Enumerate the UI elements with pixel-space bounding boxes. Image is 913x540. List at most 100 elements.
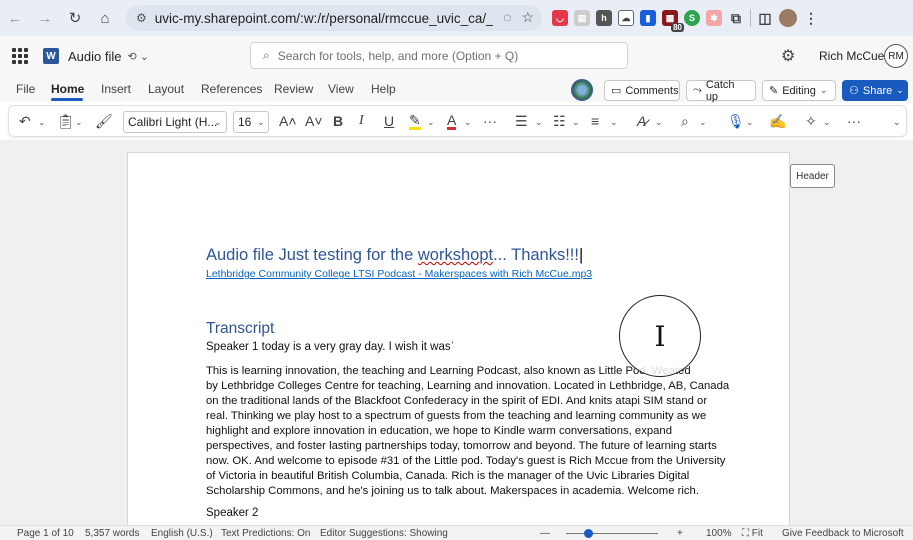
document-heading[interactable]: Audio file Just testing for the workshop… <box>206 246 583 265</box>
more-font-options-icon[interactable]: ··· <box>483 113 497 129</box>
bitwarden-icon[interactable]: ▮ <box>640 10 656 26</box>
site-settings-icon[interactable]: ⚙ <box>136 11 147 25</box>
tab-help[interactable]: Help <box>371 82 396 96</box>
comments-button[interactable]: ▭ Comments <box>604 80 680 101</box>
doc-title[interactable]: Audio file <box>68 49 121 64</box>
extensions-icon[interactable]: ⧉ <box>728 10 744 26</box>
reload-icon[interactable]: ↻ <box>60 0 90 36</box>
header-tag[interactable]: Header <box>790 164 835 188</box>
chevron-down-icon[interactable]: ⌄ <box>823 117 831 128</box>
misspelled-word[interactable]: workshopt <box>418 246 493 264</box>
zoom-slider[interactable] <box>566 533 658 534</box>
language-status[interactable]: English (U.S.) <box>151 528 213 539</box>
text-predictions-status[interactable]: Text Predictions: On <box>221 528 310 539</box>
bullets-icon[interactable]: ☰ <box>515 113 528 130</box>
page-count[interactable]: Page 1 of 10 <box>17 528 74 539</box>
chevron-down-icon[interactable]: ⌄ <box>427 117 435 128</box>
zoom-level[interactable]: 100% <box>706 528 732 539</box>
chevron-down-icon[interactable]: ⌄ <box>699 117 707 128</box>
word-count[interactable]: 5,357 words <box>85 528 139 539</box>
calendar-extension-icon[interactable]: ▦ 80 <box>662 10 684 32</box>
chevron-down-icon[interactable]: ⌄ <box>610 117 618 128</box>
forward-icon[interactable]: → <box>30 0 60 36</box>
side-panel-icon[interactable]: ◫ <box>757 10 773 26</box>
browser-toolbar: ← → ↻ ⌂ ⚙ uvic-my.sharepoint.com/:w:/r/p… <box>0 0 913 36</box>
format-painter-icon[interactable]: 🖌︎ <box>95 113 113 130</box>
tab-home[interactable]: Home <box>51 82 84 96</box>
chevron-down-icon[interactable]: ⌄ <box>38 117 46 128</box>
highlight-icon[interactable]: ✎ <box>409 113 421 130</box>
underline-icon[interactable]: U <box>384 113 394 129</box>
copilot-icon[interactable] <box>571 79 593 101</box>
tab-view[interactable]: View <box>328 82 354 96</box>
grow-font-icon[interactable]: A˄ <box>279 113 297 129</box>
home-icon[interactable]: ⌂ <box>90 0 120 36</box>
avatar[interactable]: RM <box>884 44 908 68</box>
font-name: Calibri Light (H... <box>128 115 218 129</box>
tab-references[interactable]: References <box>201 82 262 96</box>
font-family-select[interactable]: Calibri Light (H... <box>123 111 227 133</box>
numbering-icon[interactable]: ☷ <box>553 113 566 130</box>
editor-suggestions-status[interactable]: Editor Suggestions: Showing <box>320 528 448 539</box>
transcript-paragraph[interactable]: This is learning innovation, the teachin… <box>206 364 729 499</box>
italic-icon[interactable]: I <box>359 113 364 129</box>
profile-avatar[interactable] <box>779 9 797 27</box>
h-extension-icon[interactable]: h <box>596 10 612 26</box>
zoom-out-icon[interactable]: — <box>540 528 550 539</box>
tab-layout[interactable]: Layout <box>148 82 184 96</box>
word-logo-icon[interactable]: W <box>43 48 59 64</box>
url-text[interactable]: uvic-my.sharepoint.com/:w:/r/personal/rm… <box>155 11 493 26</box>
font-color-icon[interactable]: A <box>447 113 457 130</box>
more-options-icon[interactable]: ··· <box>847 113 861 129</box>
dictate-microphone-icon[interactable]: 🎙︎ <box>727 113 745 130</box>
tab-review[interactable]: Review <box>274 82 313 96</box>
share-button[interactable]: ⚇ Share ⌄ <box>842 80 908 101</box>
chevron-down-icon[interactable]: ⌄ <box>464 117 472 128</box>
heading-text-start: Audio file Just testing for the <box>206 246 418 264</box>
chevron-down-icon[interactable]: ⌄ <box>572 117 580 128</box>
catch-up-button[interactable]: ⤳ Catch up <box>686 79 756 103</box>
settings-gear-icon[interactable]: ⚙ <box>781 46 795 66</box>
editing-mode-button[interactable]: ✎ Editing ⌄ <box>762 80 836 101</box>
pocket-icon[interactable]: ◡ <box>552 10 568 26</box>
puzzle-alert-icon[interactable]: ✱ <box>706 10 722 26</box>
back-icon[interactable]: ← <box>0 0 30 36</box>
tab-file[interactable]: File <box>16 82 35 96</box>
chevron-down-icon[interactable]: ⌄ <box>75 117 83 128</box>
collapse-ribbon-icon[interactable]: ⌄ <box>893 117 901 128</box>
chevron-down-icon[interactable]: ⌄ <box>746 117 754 128</box>
find-icon[interactable]: ⌕ <box>681 113 689 130</box>
paste-icon[interactable]: 📋︎ <box>57 113 75 130</box>
chevron-down-icon[interactable]: ⌄ <box>535 117 543 128</box>
save-status-icon[interactable]: ⟲ ⌄ <box>127 50 149 63</box>
designer-icon[interactable]: ✧ <box>805 113 817 130</box>
shrink-font-icon[interactable]: A˅ <box>305 113 323 129</box>
reader-icon[interactable]: ▤ <box>574 10 590 26</box>
fit-button[interactable]: ⛶ Fit <box>742 528 763 539</box>
zoom-slider-thumb[interactable] <box>584 529 593 538</box>
s-extension-icon[interactable]: S <box>684 10 700 26</box>
editor-icon[interactable]: ✍ <box>769 113 786 130</box>
tab-insert[interactable]: Insert <box>101 82 131 96</box>
app-launcher-icon[interactable] <box>12 48 28 64</box>
cloud-icon[interactable]: ☁ <box>618 10 634 26</box>
eye-off-icon[interactable]: ◌ <box>503 9 511 26</box>
chevron-down-icon[interactable]: ⌄ <box>655 117 663 128</box>
audio-file-link[interactable]: Lethbridge Community College LTSI Podcas… <box>206 268 592 280</box>
bold-icon[interactable]: B <box>333 113 343 129</box>
search-input[interactable]: ⌕ Search for tools, help, and more (Opti… <box>250 42 628 69</box>
undo-icon[interactable]: ↶ <box>19 113 31 130</box>
feedback-link[interactable]: Give Feedback to Microsoft <box>782 528 904 539</box>
address-bar[interactable]: ⚙ uvic-my.sharepoint.com/:w:/r/personal/… <box>126 5 542 31</box>
menu-icon[interactable]: ⋮ <box>803 10 819 26</box>
bookmark-star-icon[interactable]: ☆ <box>521 9 534 26</box>
user-name[interactable]: Rich McCue <box>819 49 884 63</box>
styles-icon[interactable]: A̷ <box>637 113 646 129</box>
paragraph-line: real. Thinking we play host to a spectru… <box>206 410 707 422</box>
chevron-down-icon[interactable]: ⌄ <box>257 117 265 128</box>
chevron-down-icon[interactable]: ⌄ <box>214 117 222 128</box>
align-icon[interactable]: ≡ <box>591 113 599 129</box>
transcript-heading: Transcript <box>206 320 275 337</box>
home-toolbar: ↶ ⌄ 📋︎ ⌄ 🖌︎ Calibri Light (H... ⌄ 16 ⌄ A… <box>8 105 907 137</box>
zoom-in-icon[interactable]: + <box>677 528 683 539</box>
